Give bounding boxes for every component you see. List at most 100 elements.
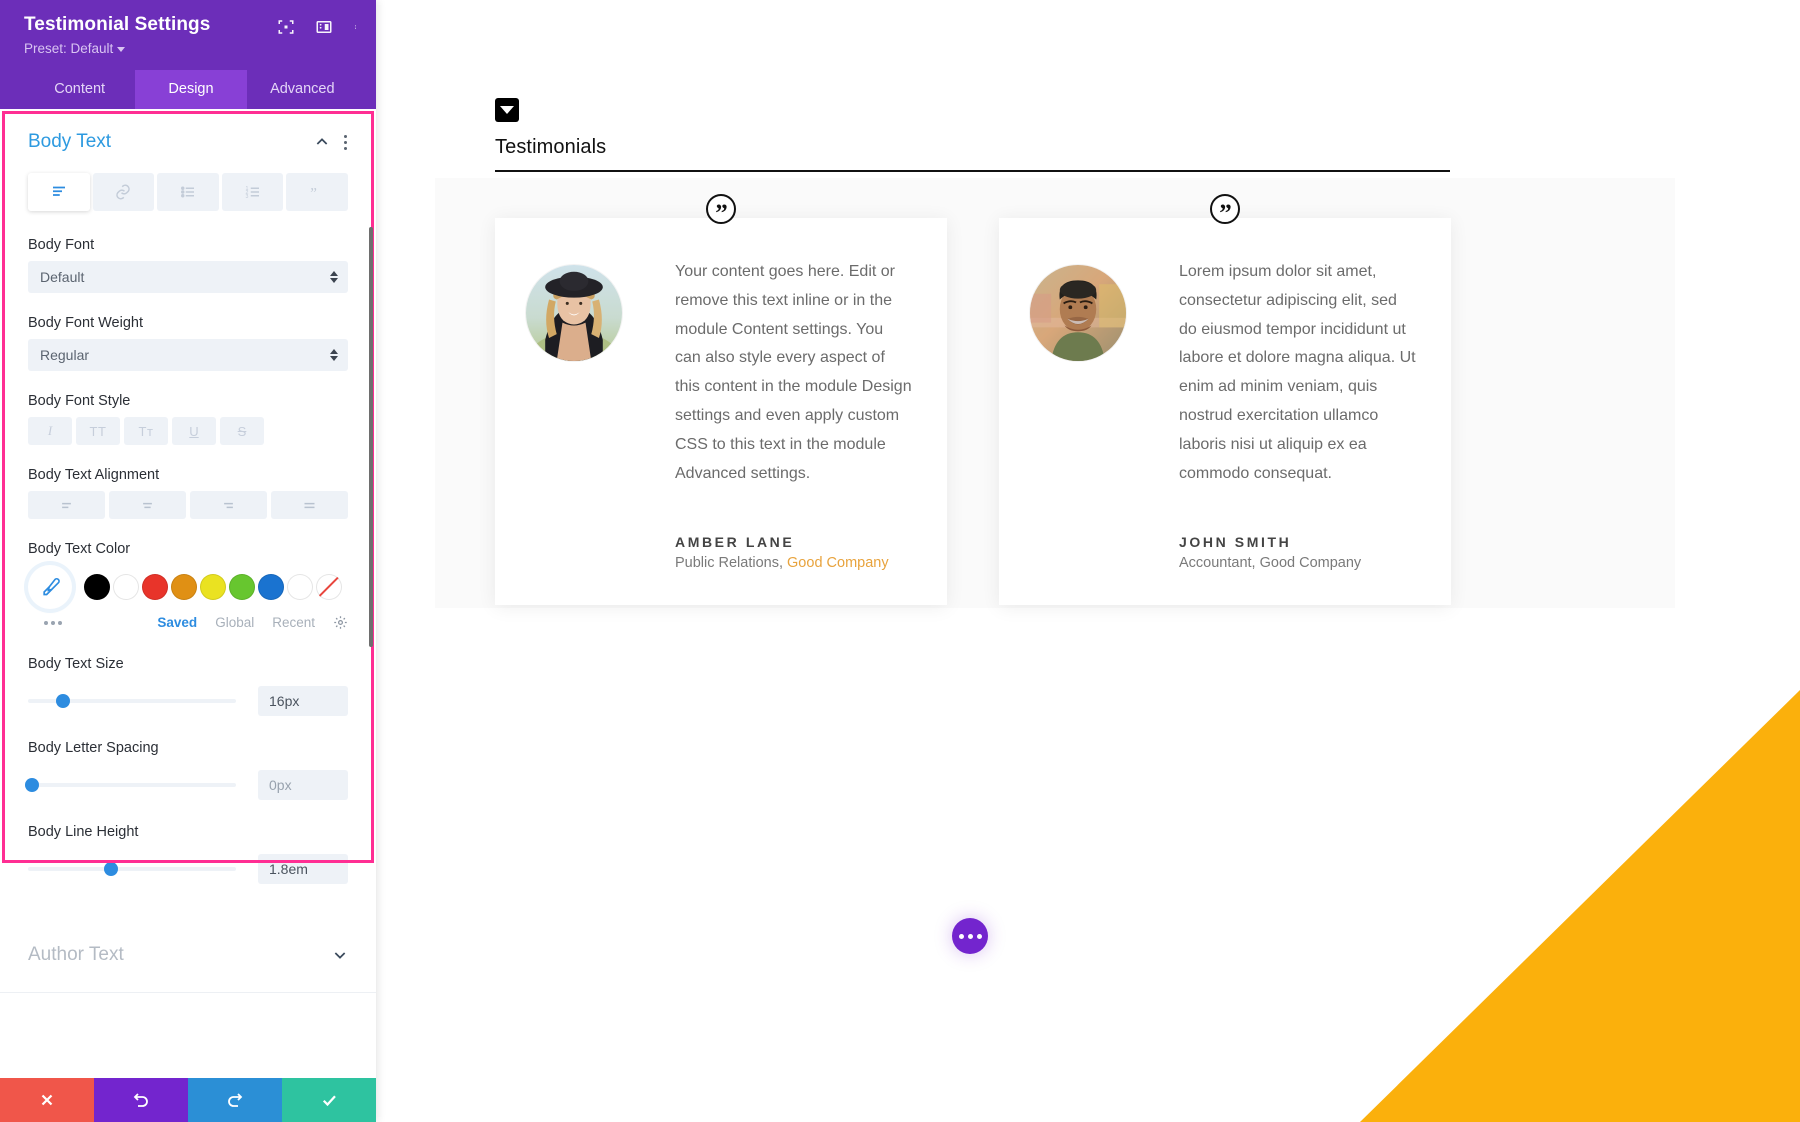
swatch-transparent[interactable] (316, 574, 342, 600)
author-text-group[interactable]: Author Text (0, 918, 376, 992)
align-center-button[interactable] (109, 491, 186, 519)
blockquote-icon[interactable]: ” (286, 173, 348, 211)
body-font-weight-select[interactable]: Regular (28, 339, 348, 371)
chevron-up-icon[interactable] (314, 134, 330, 150)
body-text-color-label: Body Text Color (28, 541, 131, 557)
swatch-blue[interactable] (258, 574, 284, 600)
tab-content[interactable]: Content (24, 70, 135, 109)
tab-design[interactable]: Design (135, 70, 247, 109)
body-text-alignment-label: Body Text Alignment (28, 467, 160, 483)
panel-footer (0, 1078, 376, 1122)
underline-button[interactable]: U (172, 417, 216, 445)
panel-scrollbar[interactable] (369, 227, 373, 647)
save-button[interactable] (282, 1078, 376, 1122)
avatar (525, 258, 675, 571)
body-text-size-input[interactable]: 16px (258, 686, 348, 716)
focus-target-icon[interactable] (277, 18, 295, 36)
testimonial-text: Your content goes here. Edit or remove t… (675, 263, 912, 482)
group-options-icon[interactable] (344, 134, 348, 150)
close-icon (41, 1094, 53, 1106)
strikethrough-button[interactable]: S (220, 417, 264, 445)
align-justify-button[interactable] (271, 491, 348, 519)
uppercase-button[interactable]: TT (76, 417, 120, 445)
swatch-yellow[interactable] (200, 574, 226, 600)
text-type-toolbar: 123 ” (28, 173, 348, 211)
color-tab-recent[interactable]: Recent (272, 615, 315, 630)
color-swatch-list (84, 574, 342, 600)
italic-button[interactable]: I (28, 417, 72, 445)
cancel-button[interactable] (0, 1078, 94, 1122)
collapse-caret-icon[interactable] (495, 98, 519, 122)
body-font-weight-label: Body Font Weight (28, 315, 143, 331)
body-text-group: Body Text 1 2 3 ” Body Font Default Body… (0, 109, 376, 884)
color-tab-global[interactable]: Global (215, 615, 254, 630)
body-letter-spacing-slider[interactable] (25, 778, 236, 792)
eyedropper-button[interactable] (28, 565, 72, 609)
testimonial-card[interactable]: ” (999, 194, 1451, 606)
body-line-height-input[interactable]: 1.8em (258, 854, 348, 884)
testimonial-text: Lorem ipsum dolor sit amet, consectetur … (1179, 263, 1416, 482)
body-font-weight-value: Regular (40, 347, 90, 363)
body-letter-spacing-input[interactable]: 0px (258, 770, 348, 800)
link-style-icon[interactable] (92, 173, 155, 211)
author-role: Public Relations, Good Company (675, 555, 913, 571)
section-header: Testimonials (495, 98, 1565, 172)
body-text-size-slider[interactable] (28, 694, 236, 708)
page-settings-fab[interactable] (952, 918, 988, 954)
testimonial-attribution: AMBER LANE Public Relations, Good Compan… (675, 534, 913, 571)
body-font-label: Body Font (28, 237, 95, 253)
swatch-green[interactable] (229, 574, 255, 600)
testimonial-card[interactable]: ” (495, 194, 947, 606)
ellipsis-icon (967, 933, 973, 939)
body-font-value: Default (40, 269, 85, 285)
slider-knob[interactable] (104, 862, 119, 876)
svg-text:3: 3 (245, 194, 248, 200)
color-tab-saved[interactable]: Saved (157, 615, 197, 630)
kebab-menu-icon[interactable] (353, 18, 358, 36)
body-text-alignment-field: Body Text Alignment (28, 467, 348, 519)
author-role-prefix: Accountant, Good Company (1179, 555, 1362, 572)
panel-body: Body Text 1 2 3 ” Body Font Default Body… (0, 109, 376, 1078)
align-left-button[interactable] (28, 491, 105, 519)
slider-knob[interactable] (25, 778, 40, 792)
undo-arrow-icon (133, 1093, 148, 1107)
divi-builder-screen: Testimonials ” Your content goes here. E… (0, 0, 1800, 1122)
preset-selector[interactable]: Preset: Default (24, 41, 358, 56)
woman-in-hat-photo (526, 265, 622, 361)
body-text-color-field: Body Text Color Saved Global Recent (28, 541, 348, 630)
corner-accent-triangle (1360, 690, 1800, 1122)
swatch-black[interactable] (84, 574, 110, 600)
align-right-button[interactable] (190, 491, 267, 519)
body-text-size-field: Body Text Size 16px (28, 656, 348, 716)
swatch-white[interactable] (113, 574, 139, 600)
body-font-select[interactable]: Default (28, 261, 348, 293)
author-company-link[interactable]: Good Company (787, 555, 889, 571)
swatch-white-2[interactable] (287, 574, 313, 600)
paragraph-style-icon[interactable] (28, 173, 90, 211)
smiling-man-photo (1030, 265, 1126, 361)
unordered-list-icon[interactable] (157, 173, 219, 211)
capitalize-button[interactable]: Tт (124, 417, 168, 445)
testimonial-attribution: JOHN SMITH Accountant, Good Company (1179, 534, 1417, 571)
author-text-group-title: Author Text (28, 944, 124, 965)
ordered-list-icon[interactable]: 123 (221, 173, 284, 211)
testimonial-list: ” Your content goes here. Edit or remove… (495, 194, 1451, 606)
more-colors-icon[interactable] (30, 620, 157, 625)
tab-advanced[interactable]: Advanced (247, 70, 358, 109)
panel-layout-icon[interactable] (315, 18, 333, 36)
panel-tabs: Content Design Advanced (24, 70, 358, 109)
body-letter-spacing-label: Body Letter Spacing (28, 740, 159, 756)
swatch-orange[interactable] (171, 574, 197, 600)
module-settings-panel: Testimonial Settings Preset: Default Con… (0, 0, 376, 1122)
body-font-weight-field: Body Font Weight Regular (28, 315, 348, 371)
author-name: JOHN SMITH (1179, 534, 1292, 551)
body-line-height-slider[interactable] (28, 862, 236, 876)
redo-button[interactable] (188, 1078, 282, 1122)
slider-knob[interactable] (56, 694, 71, 708)
swatch-red[interactable] (142, 574, 168, 600)
page-title: Testimonials (495, 136, 607, 158)
ellipsis-icon (958, 933, 964, 939)
gear-icon[interactable] (333, 615, 348, 630)
undo-button[interactable] (94, 1078, 188, 1122)
chevron-down-icon[interactable] (332, 947, 348, 963)
